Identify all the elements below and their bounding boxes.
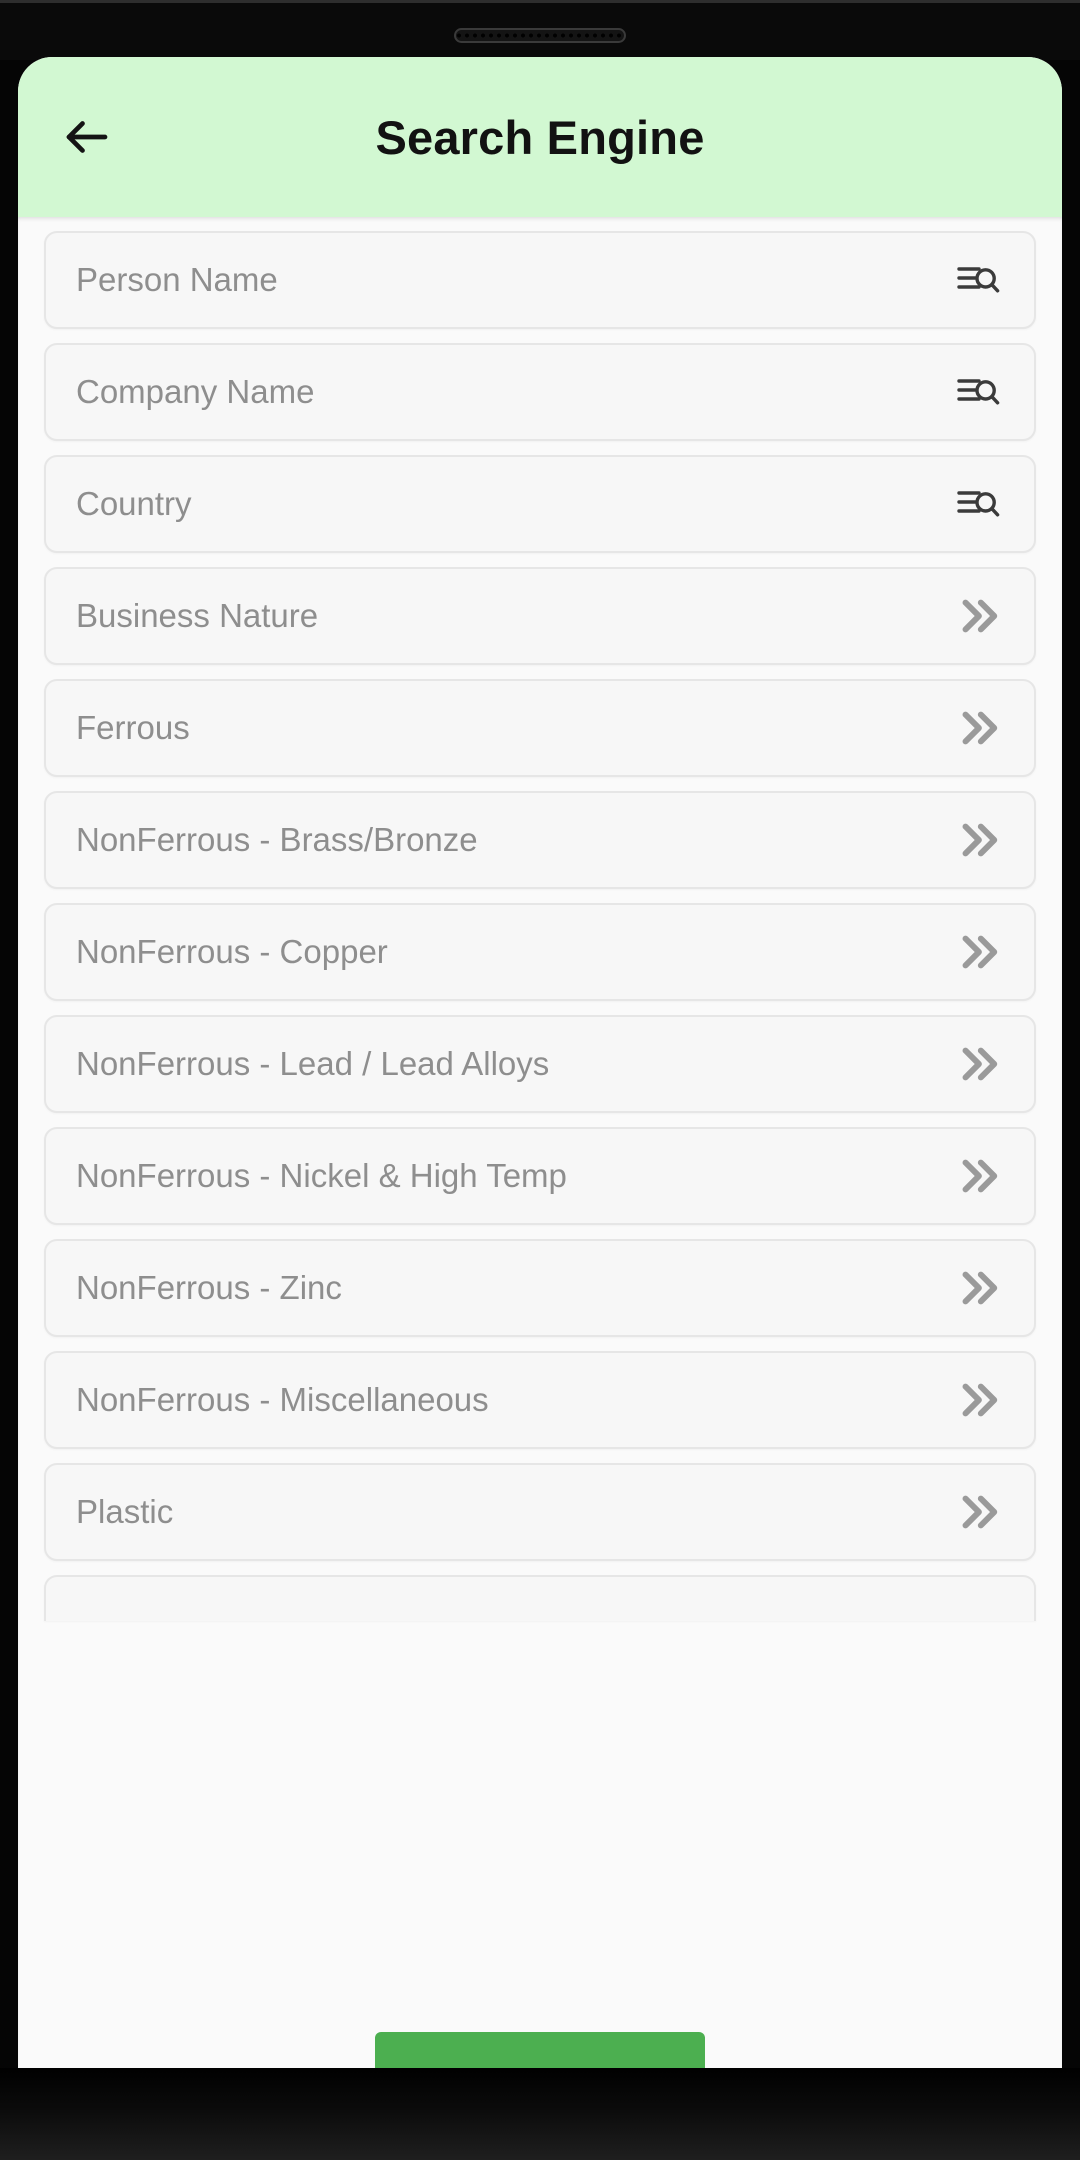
- filter-search-icon[interactable]: [946, 473, 1008, 535]
- category-row-nonferrous-nickel-high-temp[interactable]: NonFerrous - Nickel & High Temp: [44, 1127, 1036, 1225]
- category-row-label: NonFerrous - Brass/Bronze: [76, 821, 478, 858]
- submit-search-button[interactable]: [375, 2032, 705, 2068]
- double-chevron-right-icon[interactable]: [946, 1145, 1008, 1207]
- category-row-ferrous[interactable]: Ferrous: [44, 679, 1036, 777]
- arrow-left-icon: [60, 110, 114, 164]
- filter-search-icon[interactable]: [946, 361, 1008, 423]
- category-row-nonferrous-lead-alloys[interactable]: NonFerrous - Lead / Lead Alloys: [44, 1015, 1036, 1113]
- double-chevron-right-icon[interactable]: [946, 1257, 1008, 1319]
- page-title: Search Engine: [375, 110, 705, 164]
- earpiece-speaker-grille: [454, 28, 626, 43]
- double-chevron-right-icon[interactable]: [946, 585, 1008, 647]
- device-top-bezel: [0, 0, 1080, 60]
- category-row-nonferrous-zinc[interactable]: NonFerrous - Zinc: [44, 1239, 1036, 1337]
- double-chevron-right-icon[interactable]: [946, 1481, 1008, 1543]
- category-row-plastic[interactable]: Plastic: [44, 1463, 1036, 1561]
- double-chevron-right-icon[interactable]: [946, 809, 1008, 871]
- search-field-company-name[interactable]: Company Name: [44, 343, 1036, 441]
- category-row-label: NonFerrous - Nickel & High Temp: [76, 1157, 567, 1194]
- search-field-placeholder: Company Name: [76, 373, 315, 410]
- double-chevron-right-icon[interactable]: [946, 697, 1008, 759]
- app-screen: Search Engine Person Name Company Name C…: [18, 57, 1062, 2068]
- category-row-nonferrous-brass-bronze[interactable]: NonFerrous - Brass/Bronze: [44, 791, 1036, 889]
- app-bar: Search Engine: [18, 57, 1062, 217]
- category-row-label: Ferrous: [76, 709, 190, 746]
- category-row-nonferrous-miscellaneous[interactable]: NonFerrous - Miscellaneous: [44, 1351, 1036, 1449]
- category-row-business-nature[interactable]: Business Nature: [44, 567, 1036, 665]
- category-row-partially-visible[interactable]: [44, 1575, 1036, 1621]
- search-field-person-name[interactable]: Person Name: [44, 231, 1036, 329]
- category-row-nonferrous-copper[interactable]: NonFerrous - Copper: [44, 903, 1036, 1001]
- category-row-label: Business Nature: [76, 597, 319, 634]
- speaker-grille-dots: [456, 30, 624, 41]
- category-row-label: NonFerrous - Miscellaneous: [76, 1381, 489, 1418]
- device-bottom-bezel: [0, 2068, 1080, 2160]
- filter-search-icon[interactable]: [946, 249, 1008, 311]
- double-chevron-right-icon[interactable]: [946, 921, 1008, 983]
- category-row-label: NonFerrous - Zinc: [76, 1269, 342, 1306]
- category-row-label: Plastic: [76, 1493, 174, 1530]
- double-chevron-right-icon[interactable]: [946, 1369, 1008, 1431]
- search-field-placeholder: Country: [76, 485, 192, 522]
- double-chevron-right-icon[interactable]: [946, 1033, 1008, 1095]
- search-field-country[interactable]: Country: [44, 455, 1036, 553]
- category-row-label: NonFerrous - Copper: [76, 933, 388, 970]
- category-row-label: NonFerrous - Lead / Lead Alloys: [76, 1045, 550, 1082]
- search-form-body: Person Name Company Name Country Busines…: [18, 217, 1062, 2068]
- phone-device-frame: Search Engine Person Name Company Name C…: [0, 0, 1080, 2160]
- search-field-placeholder: Person Name: [76, 261, 278, 298]
- back-button[interactable]: [60, 100, 134, 174]
